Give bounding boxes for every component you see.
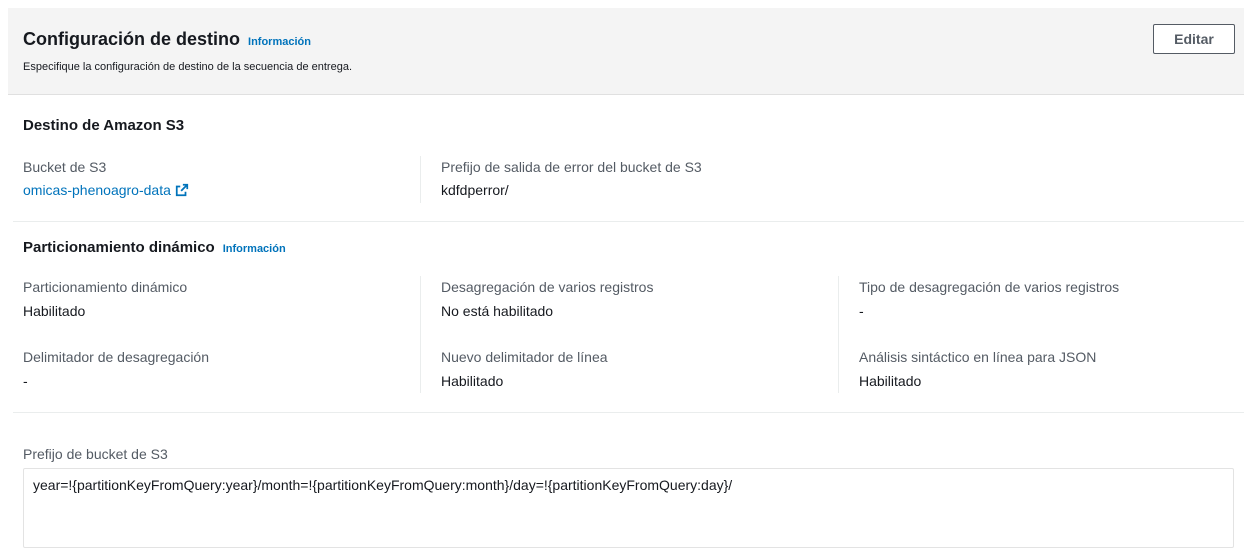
field-value: Habilitado [441,373,504,389]
dynamic-partitioning-title-text: Particionamiento dinámico [23,239,215,256]
bucket-link-text: omicas-phenoagro-data [23,182,171,198]
bucket-prefix-textarea[interactable]: year=!{partitionKeyFromQuery:year}/month… [23,468,1234,548]
external-link-icon [175,183,188,197]
field-label: Tipo de desagregación de varios registro… [859,279,1120,295]
section-divider [13,221,1244,222]
column-divider [420,276,421,393]
field-label: Particionamiento dinámico [23,279,188,295]
error-prefix-label: Prefijo de salida de error del bucket de… [441,159,702,175]
info-link[interactable]: Información [223,243,286,255]
bucket-link[interactable]: omicas-phenoagro-data [23,182,189,198]
bucket-value: omicas-phenoagro-data [23,182,189,198]
edit-button[interactable]: Editar [1153,24,1235,54]
field-label: Análisis sintáctico en línea para JSON [859,349,1097,365]
bucket-prefix-label: Prefijo de bucket de S3 [23,446,168,462]
title-row: Configuración de destino Información [23,29,311,50]
bucket-label: Bucket de S3 [23,159,107,175]
destination-settings-panel: Configuración de destino Información Esp… [8,8,1244,548]
field-label: Delimitador de desagregación [23,349,209,365]
column-divider [838,276,839,393]
panel-description: Especifique la configuración de destino … [23,61,353,73]
column-divider [420,156,421,203]
section-divider [13,412,1244,413]
field-value: Habilitado [23,303,86,319]
dynamic-partitioning-title: Particionamiento dinámico Información [23,239,286,256]
field-label: Nuevo delimitador de línea [441,349,608,365]
field-value: - [23,373,28,389]
panel-header: Configuración de destino Información Esp… [8,8,1244,95]
field-value: Habilitado [859,373,922,389]
field-label: Desagregación de varios registros [441,279,654,295]
s3-destination-title: Destino de Amazon S3 [23,117,185,134]
field-value: No está habilitado [441,303,554,319]
bucket-prefix-value: year=!{partitionKeyFromQuery:year}/month… [33,477,733,493]
info-link[interactable]: Información [248,36,311,48]
error-prefix-value: kdfdperror/ [441,182,509,198]
page-title: Configuración de destino [23,29,241,49]
field-value: - [859,303,864,319]
